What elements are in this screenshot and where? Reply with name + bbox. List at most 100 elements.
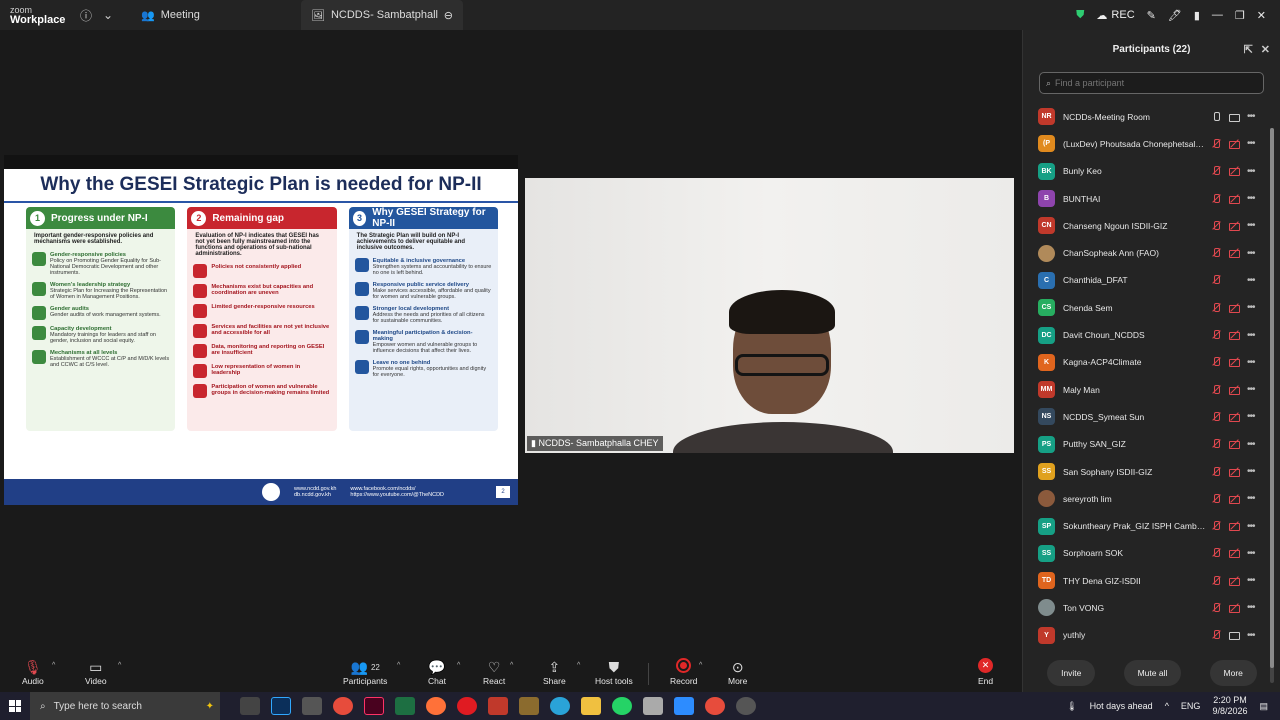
- more-options-icon[interactable]: •••: [1247, 220, 1261, 231]
- language-indicator[interactable]: ENG: [1181, 701, 1201, 711]
- camera-icon[interactable]: [1229, 112, 1240, 122]
- chat-button[interactable]: 💬 Chat: [428, 658, 446, 687]
- participant-row[interactable]: NR NCDDs-Meeting Room •••: [1023, 103, 1267, 130]
- opera-icon[interactable]: [457, 697, 477, 715]
- invite-button[interactable]: Invite: [1047, 660, 1096, 686]
- annotate-icon[interactable]: ✎: [1147, 9, 1156, 22]
- audio-button[interactable]: 🎙 Audio: [22, 658, 44, 687]
- restore-icon[interactable]: ❐: [1235, 9, 1245, 22]
- mic-muted-icon[interactable]: [1211, 275, 1221, 285]
- app-icon[interactable]: [519, 697, 539, 715]
- participant-row[interactable]: Yyuthly •••: [1023, 622, 1267, 649]
- camera-off-icon[interactable]: [1229, 221, 1240, 231]
- mic-muted-icon[interactable]: [1211, 302, 1221, 313]
- camera-off-icon[interactable]: [1229, 521, 1240, 532]
- camera-off-icon[interactable]: [1229, 385, 1240, 395]
- participants-button[interactable]: 👥 22 Participants: [343, 658, 387, 687]
- camera-off-icon[interactable]: [1229, 303, 1240, 313]
- mic-muted-icon[interactable]: [1211, 138, 1221, 149]
- participant-row[interactable]: B BUNTHAI •••: [1023, 185, 1267, 212]
- tab-meeting[interactable]: 👥 Meeting: [131, 0, 301, 30]
- scrollbar[interactable]: [1270, 128, 1274, 683]
- info-icon[interactable]: ⓘ: [75, 4, 97, 26]
- taskbar-search[interactable]: ⌕ Type here to search ✦: [30, 692, 220, 720]
- camera-off-icon[interactable]: [1229, 194, 1240, 204]
- file-explorer-icon[interactable]: [581, 697, 601, 715]
- camera-off-icon[interactable]: [1229, 494, 1240, 504]
- photoshop-icon[interactable]: [271, 697, 291, 715]
- participant-row[interactable]: PS Putthy SAN_GIZ •••: [1023, 431, 1267, 458]
- participant-row[interactable]: CN Chanseng Ngoun ISDII-GIZ •••: [1023, 212, 1267, 239]
- participant-row[interactable]: MM Maly Man •••: [1023, 376, 1267, 403]
- mic-muted-icon[interactable]: [1211, 548, 1221, 558]
- sidebar-icon[interactable]: ▮: [1194, 9, 1200, 22]
- more-options-icon[interactable]: •••: [1247, 275, 1261, 286]
- tab-options-icon[interactable]: ⊖: [444, 9, 453, 22]
- notification-icon[interactable]: ▤: [1259, 701, 1268, 712]
- record-button[interactable]: Record: [670, 658, 697, 686]
- clock[interactable]: 2:20 PM 9/8/2026: [1212, 695, 1247, 717]
- camera-off-icon[interactable]: [1229, 248, 1240, 259]
- more-options-icon[interactable]: •••: [1247, 630, 1261, 641]
- record-options-caret[interactable]: ^: [699, 662, 702, 669]
- acrobat-icon[interactable]: [488, 697, 508, 715]
- more-button[interactable]: ⊙ More: [728, 658, 747, 687]
- participant-row[interactable]: K Kagna-ACP4Climate •••: [1023, 349, 1267, 376]
- weather-text[interactable]: Hot days ahead: [1090, 701, 1153, 711]
- minimize-icon[interactable]: —: [1212, 9, 1223, 21]
- mic-muted-icon[interactable]: [1211, 166, 1221, 176]
- indesign-icon[interactable]: [364, 697, 384, 715]
- shield-icon[interactable]: ⛊: [1076, 9, 1084, 22]
- camera-off-icon[interactable]: [1229, 467, 1240, 477]
- mic-muted-icon[interactable]: [1211, 411, 1221, 422]
- snipping-tool-icon[interactable]: [302, 697, 322, 715]
- mic-muted-icon[interactable]: [1211, 193, 1221, 204]
- pen-icon[interactable]: 🖊: [1168, 9, 1182, 22]
- close-icon[interactable]: ✕: [1261, 43, 1270, 56]
- more-options-icon[interactable]: •••: [1247, 575, 1261, 586]
- mic-muted-icon[interactable]: [1211, 521, 1221, 531]
- tab-shared-screen[interactable]: 🖼 NCDDS- Sambatphalla CHEY's scr ⊖: [301, 0, 463, 30]
- excel-icon[interactable]: [395, 697, 415, 715]
- participant-row[interactable]: NS NCDDS_Symeat Sun •••: [1023, 403, 1267, 430]
- participant-row[interactable]: BK Bunly Keo •••: [1023, 158, 1267, 185]
- camera-off-icon[interactable]: [1229, 357, 1240, 368]
- more-options-icon[interactable]: •••: [1247, 602, 1261, 613]
- mic-muted-icon[interactable]: [1211, 439, 1221, 449]
- camera-icon[interactable]: [1229, 630, 1240, 641]
- tray-overflow-icon[interactable]: ^: [1165, 701, 1169, 711]
- camera-off-icon[interactable]: [1229, 139, 1240, 149]
- mic-muted-icon[interactable]: [1211, 630, 1221, 640]
- audio-options-caret[interactable]: ^: [52, 662, 55, 669]
- more-options-icon[interactable]: •••: [1247, 548, 1261, 559]
- more-options-icon[interactable]: •••: [1247, 111, 1261, 122]
- camera-off-icon[interactable]: [1229, 576, 1240, 586]
- more-options-icon[interactable]: •••: [1247, 493, 1261, 504]
- mic-muted-icon[interactable]: [1211, 330, 1221, 340]
- more-button[interactable]: More: [1209, 660, 1257, 686]
- react-button[interactable]: ♡ React: [483, 658, 505, 687]
- app-icon-3[interactable]: [705, 697, 725, 715]
- mic-muted-icon[interactable]: [1211, 384, 1221, 395]
- app-icon-2[interactable]: [643, 697, 663, 715]
- whatsapp-icon[interactable]: [612, 697, 632, 715]
- mic-muted-icon[interactable]: [1211, 575, 1221, 586]
- participant-row[interactable]: SS San Sophany ISDII-GIZ •••: [1023, 458, 1267, 485]
- participant-row[interactable]: SP Sokuntheary Prak_GIZ ISPH Cambo... •••: [1023, 512, 1267, 539]
- more-options-icon[interactable]: •••: [1247, 411, 1261, 422]
- more-options-icon[interactable]: •••: [1247, 302, 1261, 313]
- pop-out-icon[interactable]: ⇱: [1244, 43, 1253, 56]
- more-options-icon[interactable]: •••: [1247, 384, 1261, 395]
- camera-off-icon[interactable]: [1229, 548, 1240, 559]
- start-button[interactable]: [0, 692, 30, 720]
- shared-screen-slide[interactable]: Why the GESEI Strategic Plan is needed f…: [4, 155, 518, 505]
- more-options-icon[interactable]: •••: [1247, 439, 1261, 450]
- video-button[interactable]: ▭ Video: [85, 658, 107, 687]
- participant-row[interactable]: (P (LuxDev) Phoutsada Chonephetsala... •••: [1023, 130, 1267, 157]
- mic-muted-icon[interactable]: [1211, 357, 1221, 367]
- mic-icon[interactable]: [1211, 111, 1221, 122]
- more-options-icon[interactable]: •••: [1247, 357, 1261, 368]
- weather-icon[interactable]: 🌡: [1066, 701, 1077, 712]
- participant-row[interactable]: ChanSopheak Ann (FAO) •••: [1023, 239, 1267, 266]
- camera-off-icon[interactable]: [1229, 412, 1240, 422]
